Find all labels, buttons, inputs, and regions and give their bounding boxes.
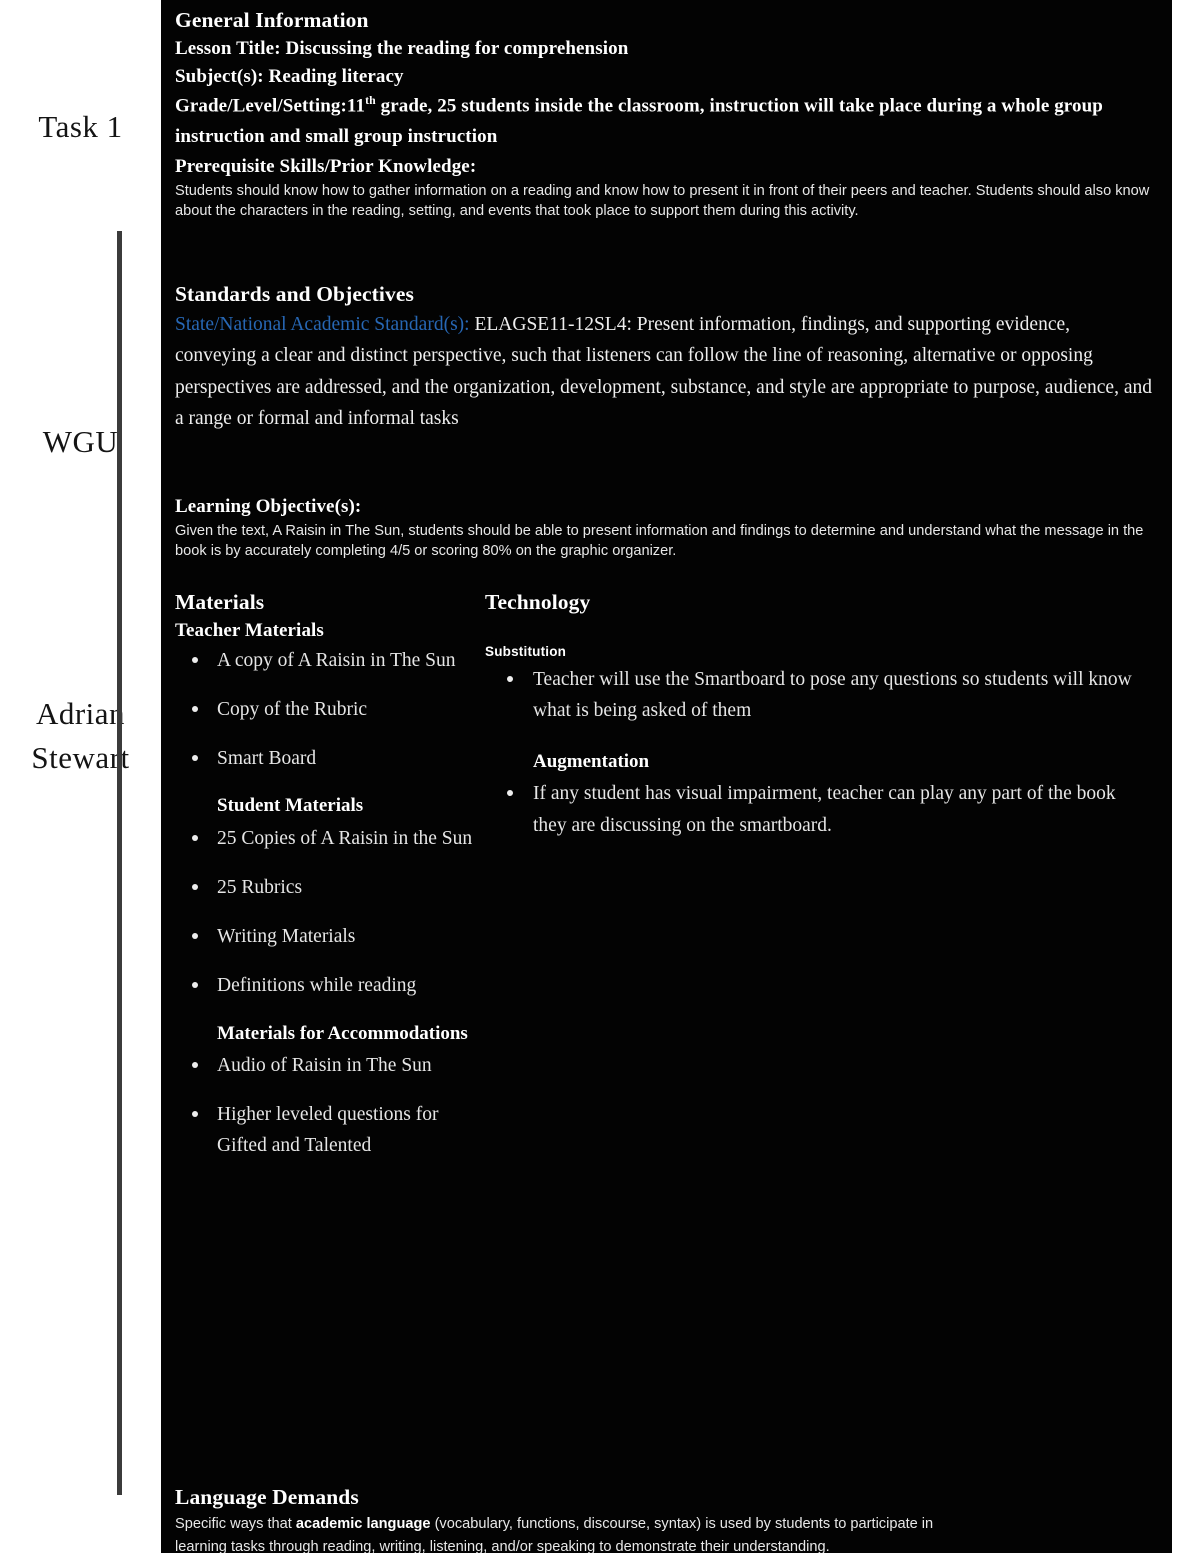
teacher-materials-heading: Teacher Materials <box>175 619 324 641</box>
spacer-between-tech-groups <box>485 736 1154 748</box>
list-item: Writing Materials <box>175 921 475 952</box>
section-standards-and-objectives: Standards and Objectives State/National … <box>175 280 1154 435</box>
vertical-divider-line <box>117 231 122 1495</box>
margin-note-institution: WGU <box>42 424 119 459</box>
language-demands-paragraph-line2: learning tasks through reading, writing,… <box>175 1538 830 1553</box>
list-item: 25 Rubrics <box>175 872 475 903</box>
augmentation-heading: Augmentation <box>533 750 650 772</box>
section-learning-objectives: Learning Objective(s): Given the text, A… <box>175 493 1154 562</box>
subjects-row: Subject(s): Reading literacy <box>175 63 1154 91</box>
margin-note-task: Task 1 <box>38 109 123 144</box>
substitution-heading: Substitution <box>485 643 567 659</box>
column-materials: Materials Teacher Materials A copy of A … <box>175 588 475 1180</box>
list-item: Audio of Raisin in The Sun <box>175 1050 475 1081</box>
margin-note-author: Adrian Stewart <box>31 696 130 776</box>
column-technology: Technology Substitution Teacher will use… <box>475 588 1154 851</box>
section-general-information: General Information Lesson Title: Discus… <box>175 6 1154 222</box>
list-item: Teacher will use the Smartboard to pose … <box>485 664 1154 726</box>
language-demands-paragraph: Specific ways that academic language (vo… <box>175 1514 1154 1535</box>
grade-number: 11 <box>346 95 366 117</box>
spacer-after-objectives <box>175 562 1154 588</box>
list-item: Smart Board <box>175 743 475 774</box>
language-demands-text-part1: Specific ways that <box>175 1515 296 1532</box>
spacer-after-general-info <box>175 222 1154 280</box>
prerequisite-label: Prerequisite Skills/Prior Knowledge: <box>175 155 477 177</box>
grade-ordinal-suffix: th <box>365 94 376 108</box>
prerequisite-text: Students should know how to gather infor… <box>175 182 1150 220</box>
technology-heading: Technology <box>485 589 591 614</box>
standards-objectives-heading: Standards and Objectives <box>175 281 414 306</box>
list-item: Copy of the Rubric <box>175 694 475 725</box>
grade-level-setting-row: Grade/Level/Setting:11th grade, 25 stude… <box>175 91 1154 153</box>
lesson-title-row: Lesson Title: Discussing the reading for… <box>175 35 1154 63</box>
document-body: General Information Lesson Title: Discus… <box>161 0 1172 1553</box>
substitution-list: Teacher will use the Smartboard to pose … <box>485 664 1154 726</box>
augmentation-list: If any student has visual impairment, te… <box>485 778 1154 840</box>
list-item: If any student has visual impairment, te… <box>485 778 1154 840</box>
teacher-materials-list: A copy of A Raisin in The Sun Copy of th… <box>175 645 475 775</box>
general-information-heading: General Information <box>175 8 369 32</box>
academic-standard-label: State/National Academic Standard(s): <box>175 313 470 335</box>
margin-annotation-column: Task 1 WGU Adrian Stewart <box>0 0 161 1553</box>
section-language-demands: Language Demands Specific ways that acad… <box>161 1483 1172 1553</box>
grade-label: Grade/Level/Setting: <box>175 95 347 117</box>
materials-technology-columns: Materials Teacher Materials A copy of A … <box>175 588 1154 1180</box>
academic-standard-row: State/National Academic Standard(s): ELA… <box>175 309 1154 435</box>
materials-heading: Materials <box>175 589 265 614</box>
language-demands-text-part2: (vocabulary, functions, discourse, synta… <box>430 1515 934 1532</box>
accommodations-materials-heading: Materials for Accommodations <box>217 1022 468 1044</box>
language-demands-heading: Language Demands <box>175 1485 359 1509</box>
accommodations-materials-list: Audio of Raisin in The Sun Higher levele… <box>175 1050 475 1162</box>
learning-objective-text: Given the text, A Raisin in The Sun, stu… <box>175 523 1144 560</box>
subjects-value: Reading literacy <box>268 65 404 87</box>
student-materials-heading: Student Materials <box>217 795 364 817</box>
lesson-title-value: Discussing the reading for comprehension <box>285 37 629 59</box>
page-root: Task 1 WGU Adrian Stewart General Inform… <box>0 0 1200 1553</box>
spacer-after-standards <box>175 435 1154 493</box>
list-item: Higher leveled questions for Gifted and … <box>175 1099 475 1161</box>
language-demands-bold-term: academic language <box>295 1515 431 1532</box>
list-item: Definitions while reading <box>175 970 475 1001</box>
list-item: A copy of A Raisin in The Sun <box>175 645 475 676</box>
list-item: 25 Copies of A Raisin in the Sun <box>175 823 475 854</box>
spacer-technology-top <box>485 617 1154 643</box>
lesson-title-label: Lesson Title: <box>175 37 286 59</box>
learning-objective-label: Learning Objective(s): <box>175 495 362 517</box>
student-materials-list: 25 Copies of A Raisin in the Sun 25 Rubr… <box>175 823 475 1002</box>
subjects-label: Subject(s): <box>175 65 269 87</box>
